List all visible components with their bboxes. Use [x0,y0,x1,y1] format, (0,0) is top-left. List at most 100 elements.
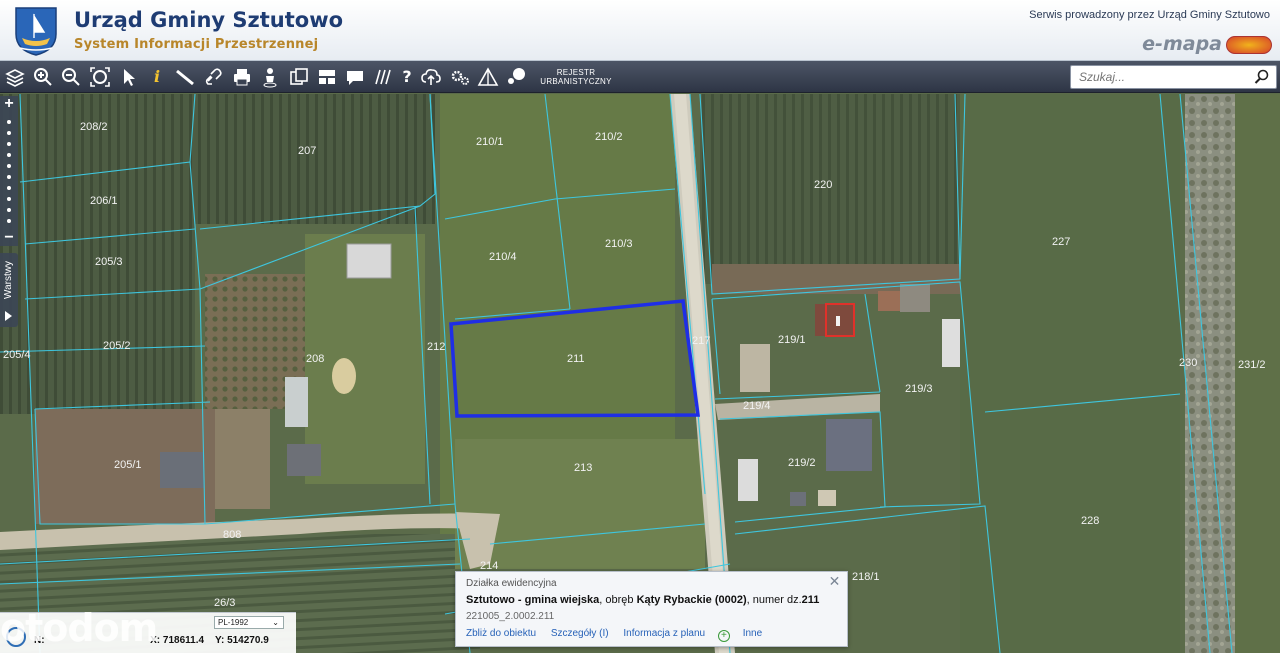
parcel-label: 228 [1081,515,1099,527]
orthophoto-map[interactable]: 208/2 207 206/1 205/3 205/2 205/4 208 20… [0,94,1280,653]
layers-panel-tab[interactable]: Warstwy [0,253,18,327]
rejestr-label-line1: REJESTR [556,68,596,77]
y-label: Y: [215,635,225,646]
parcel-label: 213 [574,462,592,474]
otodom-watermark: otodom [0,606,158,650]
y-value: 514270.9 [227,635,269,646]
other-link[interactable]: Inne [743,628,762,639]
hatch-icon[interactable] [372,66,394,88]
search-icon[interactable] [1254,69,1270,85]
x-value: 718611.4 [162,635,205,646]
select-arrow-icon[interactable] [118,66,140,88]
service-note: Serwis prowadzony przez Urząd Gminy Sztu… [1029,9,1270,21]
crs-value: PL-1992 [218,618,249,627]
popup-obreb-label: , obręb [599,594,637,606]
layers-tab-label: Warstwy [3,261,14,299]
parcel-label: 210/3 [605,238,633,250]
zoom-to-object-link[interactable]: Zbliż do obiektu [466,628,536,639]
zoom-level-dot[interactable] [7,186,11,190]
chevron-down-icon: ⌄ [272,618,279,627]
chat-icon[interactable] [505,66,527,88]
expand-arrow-icon [5,311,12,321]
parcel-label: 219/4 [743,400,771,412]
link-icon[interactable] [203,66,225,88]
parcel-label: 212 [427,341,445,353]
parcel-label: 219/1 [778,334,806,346]
search-input[interactable] [1071,66,1246,88]
parcel-label: 230 [1179,357,1197,369]
parcel-label: 218/1 [852,571,880,583]
parcel-label: 217 [692,335,710,347]
cloud-upload-icon[interactable] [420,66,442,88]
print-icon[interactable] [231,66,253,88]
parcel-label: 205/3 [95,256,123,268]
zoom-in-button[interactable]: + [0,96,18,112]
app-subtitle: System Informacji Przestrzennej [74,37,319,52]
zoom-level-dot[interactable] [7,142,11,146]
parcel-label: 207 [298,145,316,157]
crs-select[interactable]: PL-1992 ⌄ [214,616,284,629]
parcel-label: 210/1 [476,136,504,148]
plan-info-link[interactable]: Informacja z planu [623,628,705,639]
rejestr-label-line2: URBANISTYCZNY [540,77,612,86]
info-icon[interactable]: i [146,66,168,88]
plus-circle-icon[interactable]: + [717,630,730,642]
parcel-label: 219/3 [905,383,933,395]
parcel-label: 227 [1052,236,1070,248]
popup-actions: Zbliż do obiektu Szczegóły (I) Informacj… [466,628,774,642]
popup-parcel-description: Sztutowo - gmina wiejska, obręb Kąty Ryb… [466,594,819,606]
zoom-level-dot[interactable] [7,197,11,201]
app-title: Urząd Gminy Sztutowo [74,8,344,32]
copy-icon[interactable] [288,66,310,88]
measure-icon[interactable] [174,66,196,88]
parcel-label: 211 [567,353,585,365]
zoom-level-dot[interactable] [7,164,11,168]
parcel-info-popup: ✕ Działka ewidencyjna Sztutowo - gmina w… [455,571,848,647]
parcel-label: 231/2 [1238,359,1266,371]
street-view-icon[interactable] [259,66,281,88]
zoom-level-dot[interactable] [7,175,11,179]
parcel-label: 219/2 [788,457,816,469]
parcel-label: 205/4 [3,349,31,361]
layers-icon[interactable] [4,66,26,88]
app-header: Urząd Gminy Sztutowo System Informacji P… [0,0,1280,61]
close-icon[interactable]: ✕ [828,574,841,588]
coat-of-arms-icon [15,7,57,56]
zoom-level-dot[interactable] [7,153,11,157]
details-link[interactable]: Szczegóły (I) [551,628,609,639]
settings-icon[interactable] [449,66,471,88]
zoom-level-dot[interactable] [7,208,11,212]
rejestr-urbanistyczny-button[interactable]: REJESTR URBANISTYCZNY [538,68,614,86]
zoom-in-icon[interactable] [32,66,54,88]
zoom-level-dot[interactable] [7,219,11,223]
zoom-out-icon[interactable] [60,66,82,88]
parcel-label: 808 [223,529,241,541]
parcel-label: 210/4 [489,251,517,263]
search-box[interactable] [1070,65,1277,89]
comment-icon[interactable] [344,66,366,88]
popup-gmina: Sztutowo - gmina wiejska [466,594,600,606]
parcel-label: 208/2 [80,121,108,133]
map-canvas[interactable]: 208/2 207 206/1 205/3 205/2 205/4 208 20… [0,94,1280,653]
zoom-out-button[interactable]: − [0,230,18,246]
popup-numer-label: , numer dz. [746,594,802,606]
zoom-level-dot[interactable] [7,131,11,135]
parcel-label: 206/1 [90,195,118,207]
parcel-label: 210/2 [595,131,623,143]
parcel-label: 220 [814,179,832,191]
popup-heading: Działka ewidencyjna [466,578,557,589]
brand-logo-icon [1226,36,1272,54]
zoom-extent-icon[interactable] [89,66,111,88]
parcel-label: 205/1 [114,459,142,471]
parcel-label: 26/3 [214,597,235,609]
popup-parcel-identifier: 221005_2.0002.211 [466,611,555,622]
zoom-slider[interactable]: + − [0,96,18,246]
triangle-tool-icon[interactable] [477,66,499,88]
popup-obreb: Kąty Rybackie (0002) [636,594,747,606]
parcel-label: 208 [306,353,324,365]
brand-logo-text: e-mapa [1142,33,1222,55]
popup-numer: 211 [801,594,820,606]
layout-icon[interactable] [316,66,338,88]
help-icon[interactable]: ? [396,66,418,88]
zoom-level-dot[interactable] [7,120,11,124]
